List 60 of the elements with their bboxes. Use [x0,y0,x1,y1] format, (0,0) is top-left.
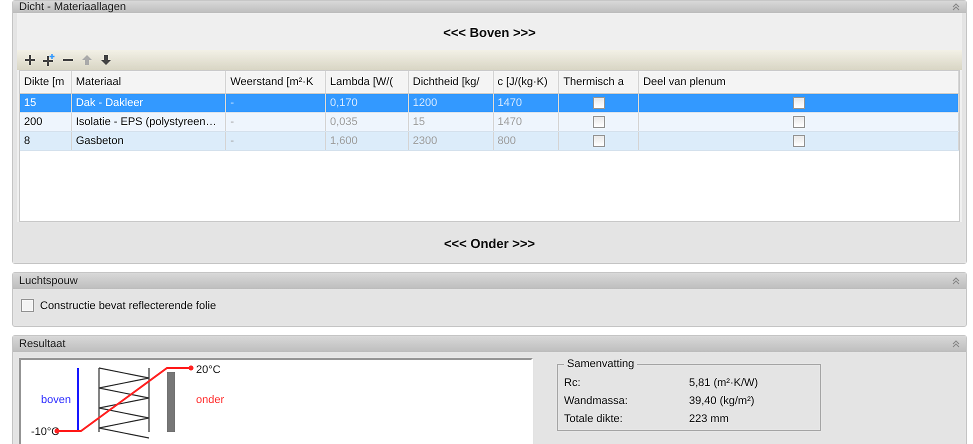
summary-label: Totale dikte: [564,413,624,425]
panel-title: Resultaat [19,338,66,350]
table-cell: - [226,94,326,112]
checkbox-label: Constructie bevat reflecterende folie [40,300,216,312]
table-cell: 200 [20,113,72,131]
table-cell: 15 [408,113,494,131]
column-header[interactable]: Deel van plenum [639,71,959,93]
table-cell: - [226,132,326,150]
collapse-icon[interactable] [952,340,960,348]
temperature-label: 20°C [196,364,221,376]
checkbox[interactable] [21,299,34,312]
bottom-side-label: onder [196,394,224,406]
summary-label: Rc: [564,377,582,389]
table-cell: Dak - Dakleer [72,94,226,112]
checkbox[interactable] [792,97,805,109]
table-cell: Gasbeton [72,132,226,150]
checkbox[interactable] [592,135,605,147]
temperature-label: -10°C [31,426,60,438]
column-header[interactable]: Dichtheid [kg/ [408,71,494,93]
column-header[interactable]: Thermisch a [559,71,640,93]
layer-line [77,368,79,432]
table-cell: 800 [494,132,560,150]
column-header[interactable]: Lambda [W/( [326,71,409,93]
insert-icon[interactable] [42,53,56,67]
panel-title: Dicht - Materiaallagen [19,1,126,13]
collapse-icon[interactable] [952,277,960,285]
group-title: Samenvatting [566,358,636,370]
column-header[interactable]: Materiaal [72,71,226,93]
table-cell: 15 [20,94,72,112]
table-cell: 0,170 [326,94,409,112]
column-header[interactable]: c [J/(kg·K) [494,71,560,93]
checkbox[interactable] [792,135,805,147]
table-row[interactable]: 200 Isolatie - EPS (polystyreen… - 0,035 15 1470 [20,113,959,132]
table-cell: 0,035 [326,113,409,131]
summary-value: 223 mm [689,413,729,425]
summary-value: 39,40 (kg/m²) [689,395,754,407]
collapse-icon[interactable] [952,3,960,11]
checkbox[interactable] [792,116,805,128]
move-down-icon[interactable] [99,53,113,67]
top-side-label: boven [41,394,71,406]
table-cell: - [226,113,326,131]
summary-value: 5,81 (m²·K/W) [689,377,758,389]
concrete-layer [167,372,175,432]
table-cell: 1,600 [326,132,409,150]
table-cell: 1470 [494,113,560,131]
summary-label: Wandmassa: [564,395,629,407]
checkbox[interactable] [592,116,605,128]
table-cell: 2300 [408,132,494,150]
checkbox[interactable] [592,97,605,109]
column-header[interactable]: Weerstand [m²·K [226,71,326,93]
add-icon[interactable] [23,53,37,67]
table-cell: 8 [20,132,72,150]
insulation-drawing [98,367,150,439]
table-cell: 1470 [494,94,560,112]
column-header[interactable]: Dikte [m [20,71,72,93]
table-cell: Isolatie - EPS (polystyreen… [72,113,226,131]
table-row[interactable]: 8 Gasbeton - 1,600 2300 800 [20,132,959,151]
panel-title: Luchtspouw [19,275,78,287]
top-side-label: <<< Boven >>> [442,24,537,42]
table-cell: 1200 [408,94,494,112]
